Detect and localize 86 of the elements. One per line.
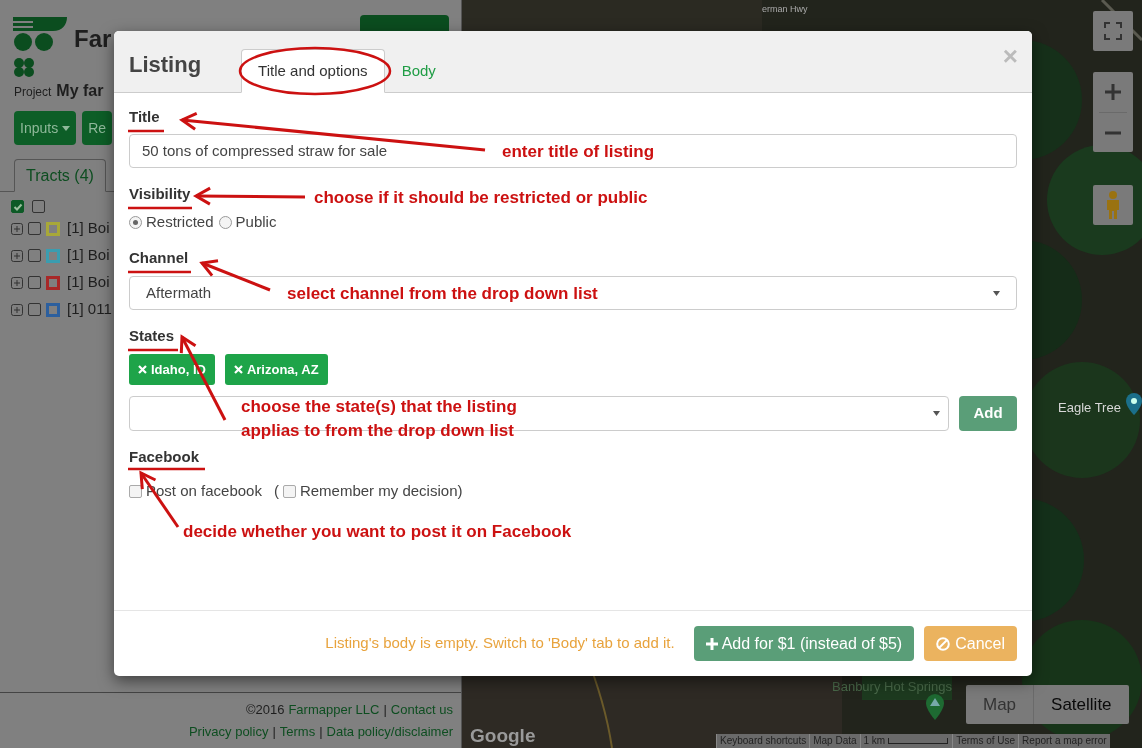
warning-text: Listing's body is empty. Switch to 'Body' tab to add it. xyxy=(325,633,675,654)
menu-button[interactable]: Inputs xyxy=(14,111,77,145)
underline-mark xyxy=(128,348,178,352)
field-label: Channel xyxy=(129,247,189,268)
logo-icon xyxy=(13,15,68,77)
dialog-title: Listing xyxy=(129,51,202,79)
footer-link[interactable]: Privacy policy xyxy=(188,721,269,741)
attribution-link[interactable]: Terms of Use xyxy=(952,734,1019,748)
attribution-link[interactable]: 1 km xyxy=(859,734,889,748)
fullscreen-button[interactable] xyxy=(1093,11,1133,51)
underline-mark xyxy=(128,129,164,133)
person-icon xyxy=(1105,191,1121,219)
footer-link[interactable]: Contact us xyxy=(390,700,453,720)
footer-text: | xyxy=(319,722,323,741)
map-logo: Google xyxy=(470,724,536,748)
state-tag[interactable]: Arizona, AZ xyxy=(224,354,328,385)
footer-text: ©2016 xyxy=(245,701,285,719)
checkbox[interactable] xyxy=(129,484,142,498)
checkbox[interactable] xyxy=(28,303,41,316)
checkbox[interactable] xyxy=(28,276,41,289)
field-label: Title xyxy=(129,106,160,127)
tract-name[interactable]: [1] 011 xyxy=(67,298,112,321)
plus-icon xyxy=(1104,83,1122,101)
radio-label: Restricted xyxy=(146,211,214,232)
footer-link[interactable]: Terms xyxy=(279,721,316,741)
close-button[interactable]: × xyxy=(1002,43,1018,69)
annotation-text: choose the state(s) that the listing applias to from the drop down list xyxy=(241,396,518,442)
annotation-text: enter title of listing xyxy=(502,141,655,163)
expand-icon[interactable] xyxy=(11,276,23,289)
checkbox[interactable] xyxy=(32,200,45,213)
remove-icon[interactable] xyxy=(138,365,147,374)
field-label: States xyxy=(129,325,175,346)
checkbox[interactable] xyxy=(282,484,296,498)
checkbox[interactable] xyxy=(28,222,41,235)
tract-name[interactable]: [1] Boi xyxy=(67,244,110,267)
checkbox-label: Remember my decision xyxy=(299,480,458,501)
caret-icon xyxy=(933,411,940,416)
road-label: erman Hwy xyxy=(762,3,808,16)
radio-button[interactable] xyxy=(129,215,142,229)
underline-mark xyxy=(128,206,192,210)
add-button[interactable]: Add xyxy=(959,396,1017,431)
tract-name[interactable]: [1] Boi xyxy=(67,271,110,294)
pin-icon xyxy=(926,694,944,720)
footer-link[interactable]: Data policy/disclaimer xyxy=(326,721,453,741)
menu-button[interactable]: Re xyxy=(82,111,113,145)
fullscreen-icon xyxy=(1104,22,1122,40)
footer-text: | xyxy=(272,722,276,741)
annotation-text: select channel from the drop down list xyxy=(287,283,598,305)
map-type-button[interactable]: Map xyxy=(966,685,1034,724)
minus-icon xyxy=(1104,130,1122,135)
remove-icon[interactable] xyxy=(233,365,243,374)
checkbox[interactable] xyxy=(11,200,24,213)
paren-text: ) xyxy=(457,480,463,501)
underline-mark xyxy=(128,270,191,274)
tab[interactable]: Title and options xyxy=(241,49,385,93)
caret-icon xyxy=(62,125,71,131)
field-label: Visibility xyxy=(129,183,191,204)
project-label: Project xyxy=(14,84,52,101)
place-label: Eagle Tree xyxy=(1058,399,1121,417)
tract-name[interactable]: [1] Boi xyxy=(67,217,110,240)
radio-label: Public xyxy=(235,211,277,232)
scale-bar xyxy=(888,738,949,744)
annotation-text: decide whether you want to post it on Facebook xyxy=(183,521,572,543)
footer-text: | xyxy=(383,701,387,719)
ban-icon xyxy=(936,636,951,651)
radio-button[interactable] xyxy=(218,215,232,229)
tab[interactable]: Tracts (4) xyxy=(14,159,106,192)
submit-button[interactable]: Add for $1 (instead of $5) xyxy=(693,626,915,661)
project-name: My far xyxy=(56,81,104,101)
expand-icon[interactable] xyxy=(11,222,23,235)
caret-icon xyxy=(993,290,1000,296)
plus-icon xyxy=(705,637,718,650)
pin-icon xyxy=(1126,393,1142,415)
checkbox[interactable] xyxy=(28,249,41,262)
expand-icon[interactable] xyxy=(11,249,23,262)
paren-text: ( xyxy=(273,480,279,501)
expand-icon[interactable] xyxy=(11,303,23,316)
attribution-link[interactable]: Report a map error xyxy=(1018,734,1110,748)
attribution-link[interactable]: Keyboard shortcuts xyxy=(716,734,810,748)
field-label: Facebook xyxy=(129,446,200,467)
attribution-link[interactable]: Map Data xyxy=(809,734,860,748)
tab[interactable]: Body xyxy=(384,49,453,93)
annotation-text: choose if it should be restricted or public xyxy=(314,187,648,209)
cancel-button[interactable]: Cancel xyxy=(924,626,1017,661)
brand-name: Far xyxy=(74,24,112,54)
footer-link[interactable]: Farmapper LLC xyxy=(288,700,380,720)
